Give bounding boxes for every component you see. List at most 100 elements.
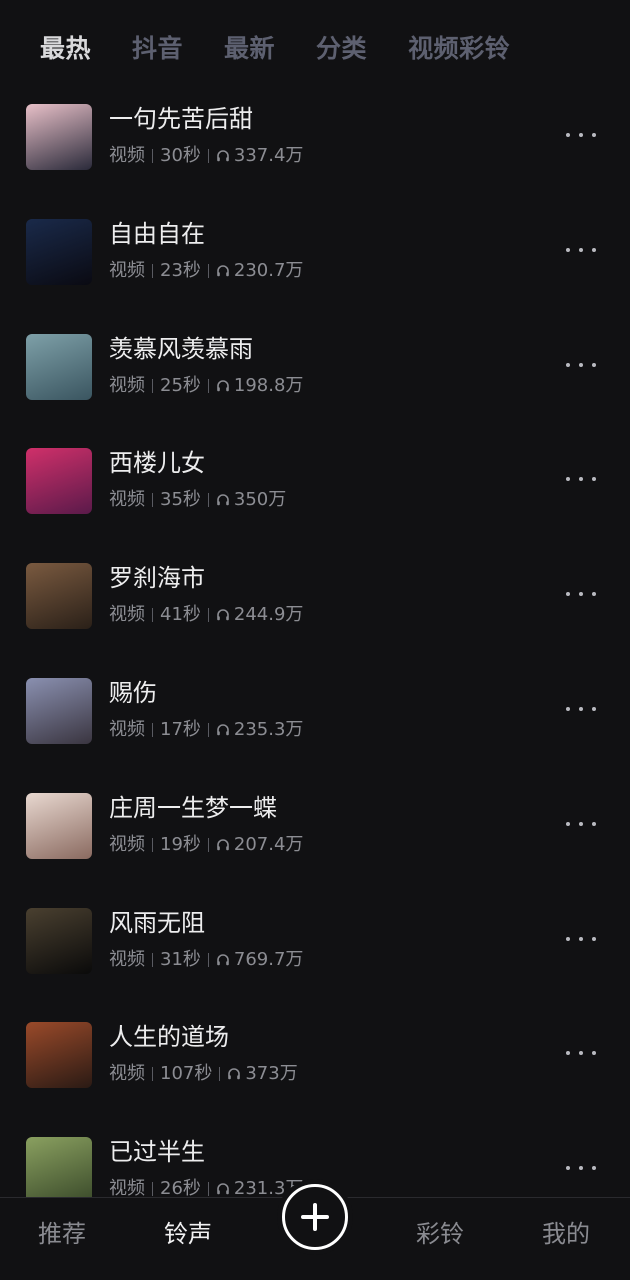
ringtone-meta: 视频 107秒 373万	[109, 1065, 298, 1083]
ringtone-duration: 19秒	[160, 833, 201, 855]
ringtone-thumbnail[interactable]	[26, 448, 92, 515]
more-dot	[592, 477, 596, 482]
ringtone-meta: 视频 31秒 769.7万	[109, 950, 303, 969]
meta-divider	[152, 149, 153, 163]
more-dots-icon[interactable]	[566, 701, 596, 717]
ringtone-play-count: 198.8万	[233, 374, 304, 396]
meta-divider	[207, 378, 209, 393]
ringtone-meta: 视频 25秒 198.8万	[109, 374, 304, 396]
ringtone-thumbnail[interactable]	[26, 218, 92, 285]
ringtone-row[interactable]: 一句先苦后甜 视频 30秒 337.4万	[0, 96, 630, 211]
ringtone-title[interactable]: 庄周一生梦一蝶	[109, 796, 277, 820]
ringtone-row[interactable]: 西楼儿女 视频 35秒 350万	[0, 440, 630, 555]
ringtone-duration: 26秒	[160, 1178, 201, 1200]
more-dot	[579, 477, 583, 482]
ringtone-type: 视频	[109, 833, 145, 855]
ringtone-title[interactable]: 一句先苦后甜	[109, 107, 253, 131]
more-dot	[566, 1166, 570, 1171]
ringtone-play-count: 350万	[233, 489, 287, 511]
more-dots-icon[interactable]	[566, 931, 596, 947]
more-dots-icon[interactable]	[566, 357, 596, 373]
ringtone-duration: 107秒	[160, 1063, 213, 1085]
ringtone-thumbnail[interactable]	[26, 677, 92, 744]
tab-video-ringback[interactable]: 视频彩铃	[408, 36, 510, 61]
more-dot	[592, 936, 596, 941]
more-dot	[579, 1166, 583, 1171]
ringtone-row[interactable]: 羡慕风羡慕雨视频 25秒 198.8万	[0, 326, 630, 441]
ringtone-row[interactable]: 风雨无阻视频 31秒 769.7万	[0, 900, 630, 1015]
plus-circle-icon[interactable]	[282, 1184, 348, 1250]
ringtone-thumbnail[interactable]	[26, 907, 92, 974]
more-dots-icon[interactable]	[566, 586, 596, 602]
more-dots-icon[interactable]	[566, 816, 596, 832]
more-dot	[592, 1166, 596, 1171]
headphone-icon	[217, 494, 229, 506]
meta-divider	[207, 952, 209, 967]
ringtone-thumbnail[interactable]	[26, 1022, 92, 1089]
nav-ringback[interactable]: 彩铃	[416, 1222, 464, 1246]
tab-category[interactable]: 分类	[316, 36, 367, 61]
headphone-icon	[217, 265, 229, 276]
ringtone-play-count: 244.9万	[233, 604, 304, 626]
ringtone-thumbnail[interactable]	[26, 1137, 92, 1204]
more-dot	[592, 247, 596, 252]
ringtone-play-count: 373万	[245, 1063, 298, 1085]
ringtone-title[interactable]: 已过半生	[109, 1140, 205, 1164]
nav-mine[interactable]: 我的	[542, 1222, 590, 1246]
meta-divider	[152, 378, 153, 393]
meta-divider	[152, 493, 153, 508]
meta-divider	[152, 1067, 153, 1082]
more-dot	[566, 592, 570, 597]
ringtone-row[interactable]: 人生的道场 视频 107秒 373万	[0, 1014, 630, 1129]
more-dot	[579, 821, 583, 826]
ringtone-title[interactable]: 西楼儿女	[109, 451, 205, 475]
nav-ringtones[interactable]: 铃声	[164, 1222, 212, 1246]
tab-newest[interactable]: 最新	[224, 36, 275, 61]
ringtone-title[interactable]: 羡慕风羡慕雨	[109, 337, 253, 361]
more-dot	[579, 706, 583, 711]
more-dot	[566, 477, 570, 482]
ringtone-row[interactable]: 罗刹海市 视频 41秒 244.9万	[0, 555, 630, 670]
tab-hottest[interactable]: 最热	[40, 36, 91, 61]
meta-divider	[152, 722, 153, 737]
ringtone-type: 视频	[109, 1178, 145, 1200]
meta-divider	[219, 1067, 221, 1082]
more-dots-icon[interactable]	[566, 1160, 596, 1176]
meta-divider	[207, 149, 209, 163]
ringtone-thumbnail[interactable]	[26, 563, 92, 630]
ringtone-list: 一句先苦后甜 视频 30秒 337.4万 自由自在 视频 23秒 230.7万 羡慕风羡慕雨 视频…	[0, 96, 630, 1244]
ringtone-title[interactable]: 赐伤	[109, 681, 157, 705]
more-dot	[592, 592, 596, 597]
ringtone-title[interactable]: 罗刹海市	[109, 566, 205, 590]
ringtone-title[interactable]: 自由自在	[109, 222, 205, 246]
ringtone-type: 视频	[109, 374, 145, 396]
headphone-icon	[228, 1068, 241, 1080]
ringtone-thumbnail[interactable]	[26, 104, 92, 170]
headphone-icon	[217, 953, 229, 965]
ringtone-thumbnail[interactable]	[26, 792, 92, 859]
ringtone-title[interactable]: 风雨无阻	[109, 911, 205, 935]
more-dots-icon[interactable]	[566, 242, 596, 258]
ringtone-duration: 35秒	[160, 489, 201, 511]
more-dots-icon[interactable]	[566, 127, 596, 143]
add-button[interactable]	[277, 1179, 353, 1255]
bottom-nav: 推荐 铃声 彩铃 我的	[0, 1179, 630, 1280]
more-dot	[566, 133, 570, 137]
meta-divider	[207, 837, 209, 852]
ringtone-title[interactable]: 人生的道场	[109, 1025, 229, 1049]
more-dots-icon[interactable]	[566, 471, 596, 487]
meta-divider	[152, 263, 153, 278]
ringtone-row[interactable]: 庄周一生梦一蝶 视频 19秒 207.4万	[0, 785, 630, 900]
more-dot	[566, 936, 570, 941]
ringtone-thumbnail[interactable]	[26, 333, 92, 400]
more-dots-icon[interactable]	[566, 1045, 596, 1061]
meta-divider	[152, 608, 153, 623]
headphone-icon	[217, 379, 229, 391]
more-dot	[566, 706, 570, 711]
tab-douyin[interactable]: 抖音	[132, 36, 183, 61]
nav-recommend[interactable]: 推荐	[38, 1222, 86, 1246]
ringtone-row[interactable]: 赐伤 视频 17秒 235.3万	[0, 670, 630, 785]
ringtone-meta: 视频 35秒 350万	[109, 491, 286, 509]
ringtone-row[interactable]: 自由自在 视频 23秒 230.7万	[0, 211, 630, 326]
ringtone-type: 视频	[109, 604, 145, 626]
